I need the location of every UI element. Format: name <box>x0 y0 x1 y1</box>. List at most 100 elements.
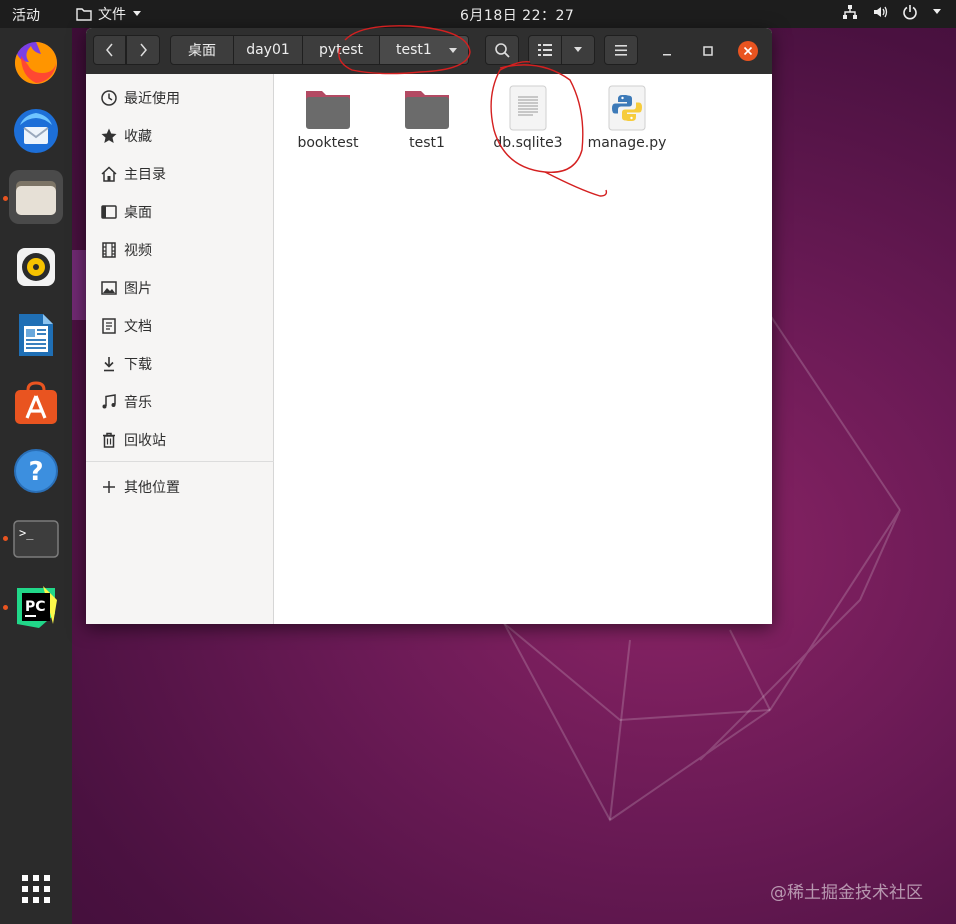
minimize-icon <box>663 54 671 56</box>
dock-item-firefox[interactable] <box>9 36 63 90</box>
terminal-icon: >_ <box>13 520 59 558</box>
file-item-test1[interactable]: test1 <box>377 80 477 160</box>
software-center-icon <box>15 381 57 424</box>
clock[interactable]: 6月18日 22：27 <box>460 5 574 25</box>
maximize-icon <box>703 46 713 56</box>
folder-icon <box>76 8 92 21</box>
running-indicator <box>3 536 8 541</box>
menu-button[interactable] <box>604 35 638 65</box>
view-options-button[interactable] <box>561 35 595 65</box>
download-icon <box>104 357 114 372</box>
activities-button[interactable]: 活动 <box>12 5 40 25</box>
sidebar-item-videos[interactable]: 视频 <box>86 230 274 268</box>
desktop-icon <box>101 205 117 219</box>
file-item-booktest[interactable]: booktest <box>278 80 378 160</box>
thunderbird-icon <box>14 109 58 153</box>
sidebar-item-desktop[interactable]: 桌面 <box>86 192 274 230</box>
chevron-down-icon <box>133 11 141 16</box>
chevron-left-icon <box>105 43 113 57</box>
breadcrumb-label: test1 <box>396 42 432 58</box>
terminal-prompt: >_ <box>19 526 34 540</box>
file-item-manage-py[interactable]: manage.py <box>577 80 677 160</box>
breadcrumb-test1[interactable]: test1 <box>379 35 469 65</box>
chevron-down-icon <box>449 48 457 53</box>
film-icon <box>102 242 116 258</box>
sidebar-item-label: 收藏 <box>124 129 152 145</box>
dock-item-writer[interactable] <box>9 308 63 362</box>
firefox-icon <box>14 42 57 84</box>
sidebar-item-home[interactable]: 主目录 <box>86 154 274 192</box>
sidebar-item-label: 图片 <box>124 281 152 297</box>
show-applications-icon <box>22 875 50 903</box>
pycharm-label: PC <box>25 599 46 615</box>
maximize-button[interactable] <box>697 41 719 63</box>
sidebar-item-label: 桌面 <box>124 205 152 221</box>
top-bar: 活动 文件 6月18日 22：27 <box>0 0 956 28</box>
home-icon <box>101 166 117 182</box>
forward-button[interactable] <box>126 35 160 65</box>
breadcrumb-label: 桌面 <box>188 43 216 59</box>
view-toggle-button[interactable] <box>528 35 562 65</box>
files-icon <box>16 181 56 215</box>
file-name: db.sqlite3 <box>493 135 563 151</box>
sidebar-item-pictures[interactable]: 图片 <box>86 268 274 306</box>
chevron-down-icon <box>933 9 941 14</box>
sidebar-item-trash[interactable]: 回收站 <box>86 420 274 458</box>
star-icon <box>101 128 117 143</box>
sidebar-item-label: 下载 <box>124 357 152 373</box>
file-name: manage.py <box>587 135 667 151</box>
header-bar: 桌面 day01 pytest test1 <box>86 28 772 74</box>
system-tray[interactable] <box>842 4 942 20</box>
sidebar-item-documents[interactable]: 文档 <box>86 306 274 344</box>
file-name: test1 <box>409 135 445 151</box>
sidebar-item-starred[interactable]: 收藏 <box>86 116 274 154</box>
libreoffice-writer-icon <box>19 314 53 356</box>
breadcrumb-label: day01 <box>246 42 290 58</box>
close-button[interactable] <box>737 40 759 62</box>
sidebar-item-label: 其他位置 <box>124 480 180 496</box>
sidebar-item-music[interactable]: 音乐 <box>86 382 274 420</box>
trash-icon <box>103 432 115 448</box>
sidebar-item-recent[interactable]: 最近使用 <box>86 78 274 116</box>
hamburger-icon <box>615 44 627 56</box>
minimize-button[interactable] <box>656 41 678 63</box>
running-indicator <box>3 196 8 201</box>
dock-item-rhythmbox[interactable] <box>9 240 63 294</box>
chevron-down-icon <box>574 47 582 52</box>
sidebar-item-label: 最近使用 <box>124 91 180 107</box>
back-button[interactable] <box>93 35 126 65</box>
sidebar-item-label: 主目录 <box>124 167 166 183</box>
sidebar-item-downloads[interactable]: 下载 <box>86 344 274 382</box>
document-icon <box>102 318 116 334</box>
show-applications-button[interactable] <box>9 862 63 916</box>
help-icon: ? <box>14 449 58 493</box>
sidebar: 最近使用 收藏 主目录 桌面 视频 图片 文档 下载 音乐 回收站 其他位置 <box>86 74 274 624</box>
watermark: @稀土掘金技术社区 <box>770 883 923 903</box>
search-icon <box>495 43 510 58</box>
power-icon <box>903 5 917 20</box>
breadcrumb-pytest[interactable]: pytest <box>302 35 380 65</box>
file-item-db-sqlite3[interactable]: db.sqlite3 <box>478 80 578 160</box>
sidebar-divider <box>86 461 274 462</box>
dock-item-software[interactable] <box>9 376 63 430</box>
music-note-icon <box>102 394 116 409</box>
sidebar-item-other-locations[interactable]: 其他位置 <box>86 467 274 505</box>
network-icon <box>843 5 857 19</box>
dock-item-terminal[interactable]: >_ <box>9 512 63 566</box>
breadcrumb-desktop[interactable]: 桌面 <box>170 35 234 65</box>
search-button[interactable] <box>485 35 519 65</box>
dock-item-files[interactable] <box>9 170 63 224</box>
dock-item-help[interactable]: ? <box>9 444 63 498</box>
svg-text:?: ? <box>28 457 43 487</box>
python-file-icon <box>608 85 646 131</box>
file-grid: booktest test1 db.sqlite3 manage.py <box>274 74 772 624</box>
breadcrumb-day01[interactable]: day01 <box>233 35 303 65</box>
app-name: 文件 <box>98 7 126 23</box>
sidebar-item-label: 文档 <box>124 319 152 335</box>
folder-icon <box>405 91 449 129</box>
dock-item-pycharm[interactable]: PC <box>9 580 63 634</box>
plus-icon <box>103 481 115 493</box>
dock-item-thunderbird[interactable] <box>9 104 63 158</box>
dock: ? >_ PC <box>0 28 72 924</box>
app-menu[interactable]: 文件 <box>76 4 142 24</box>
